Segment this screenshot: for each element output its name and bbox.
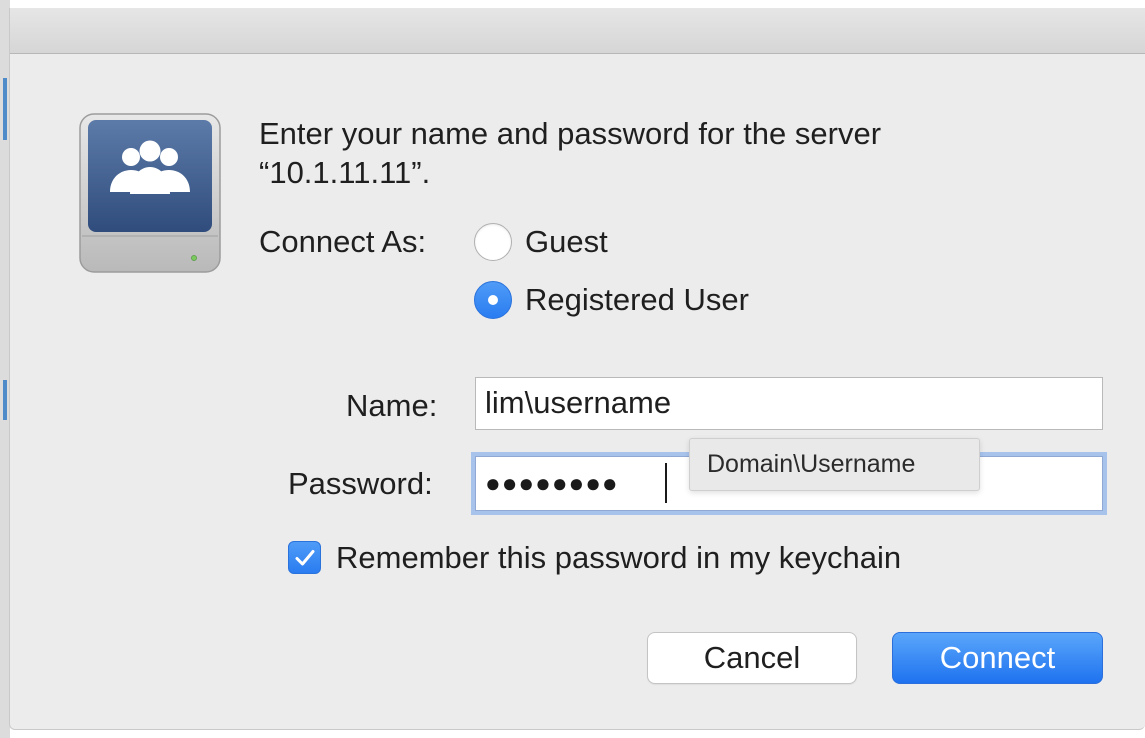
dialog-message: Enter your name and password for the ser… [259,114,1079,192]
text-caret [665,463,667,503]
username-format-tooltip: Domain\Username [689,438,980,491]
radio-selected-dot [488,295,498,305]
checkmark-icon [295,550,315,566]
guest-radio-label[interactable]: Guest [525,224,608,260]
connect-button[interactable]: Connect [892,632,1103,684]
remember-password-checkbox[interactable] [288,541,321,574]
message-line-2: “10.1.11.11”. [259,155,431,190]
password-label: Password: [288,466,433,501]
server-drive-icon [76,112,224,274]
screen: Enter your name and password for the ser… [0,0,1145,738]
name-field[interactable]: lim\username [475,377,1103,430]
name-label: Name: [346,388,438,423]
message-line-1: Enter your name and password for the ser… [259,116,882,151]
password-masked-value: ●●●●●●●● [485,468,619,498]
connect-as-label: Connect As: [259,224,427,259]
remember-password-label[interactable]: Remember this password in my keychain [336,540,901,576]
background-window-mark [3,380,7,420]
guest-radio[interactable] [474,223,512,261]
registered-user-radio[interactable] [474,281,512,319]
background-window-mark [3,78,7,140]
cancel-button[interactable]: Cancel [647,632,857,684]
dialog-titlebar [10,8,1145,54]
registered-user-radio-label[interactable]: Registered User [525,282,749,318]
login-dialog: Enter your name and password for the ser… [9,8,1145,730]
